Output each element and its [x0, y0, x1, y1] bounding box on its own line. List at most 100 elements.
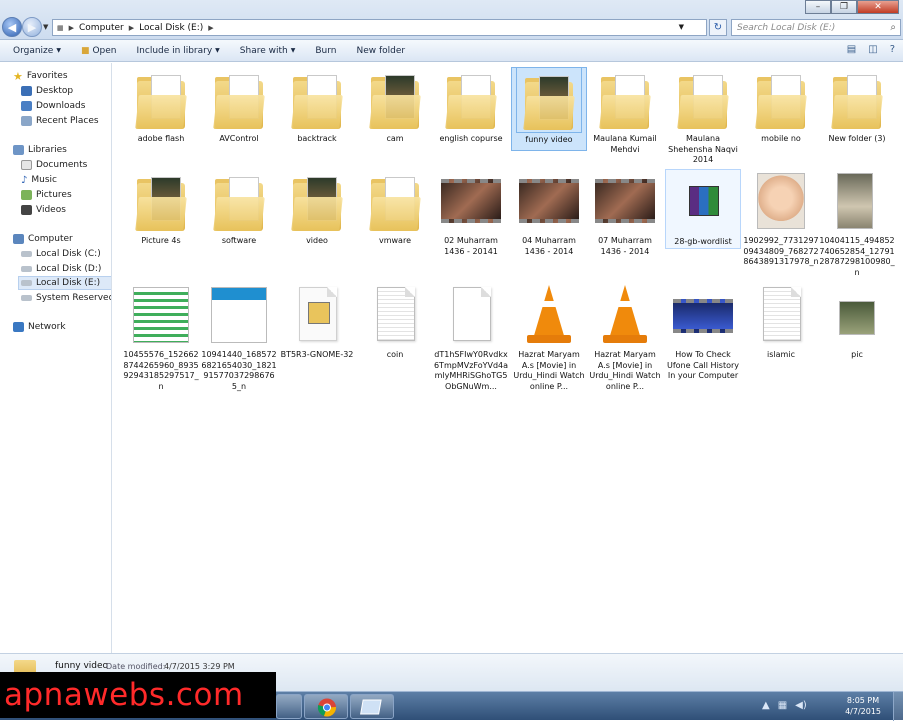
nav-computer[interactable]: Computer: [13, 232, 73, 246]
history-dropdown-icon[interactable]: ▼: [43, 23, 48, 31]
file-item[interactable]: cam: [357, 67, 433, 145]
search-icon[interactable]: ⌕: [890, 22, 896, 33]
preview-pane-icon[interactable]: ◫: [868, 44, 877, 55]
item-thumbnail: [439, 169, 503, 233]
file-item[interactable]: 02 Muharram 1436 - 20141: [433, 169, 509, 257]
item-label: coin: [386, 350, 404, 359]
folder-icon: [831, 75, 883, 129]
nav-system-reserved[interactable]: System Reserved (H:: [21, 291, 111, 305]
burn-button[interactable]: Burn: [315, 46, 336, 56]
file-item[interactable]: Maulana Kumail Mehdvi: [587, 67, 663, 155]
forward-arrow-icon[interactable]: ▶: [22, 17, 42, 37]
system-tray: ▲ ▦ ◀): [762, 700, 807, 711]
refresh-icon[interactable]: ↻: [709, 19, 727, 36]
drive-icon: [21, 251, 32, 257]
file-item[interactable]: adobe flash: [123, 67, 199, 145]
file-item[interactable]: New folder (3): [819, 67, 895, 145]
minimize-button[interactable]: –: [805, 0, 831, 14]
file-item[interactable]: vmware: [357, 169, 433, 247]
file-item[interactable]: Maulana Shehensha Naqvi 2014: [665, 67, 741, 166]
item-thumbnail: [593, 283, 657, 347]
item-thumbnail: [516, 67, 582, 133]
file-item[interactable]: AVControl: [201, 67, 277, 145]
search-input[interactable]: Search Local Disk (E:) ⌕: [731, 19, 901, 36]
file-item[interactable]: BT5R3-GNOME-32: [279, 283, 355, 361]
file-item[interactable]: Hazrat Maryam A.s [Movie] in Urdu_Hindi …: [587, 283, 663, 392]
share-label: Share with: [239, 45, 288, 56]
item-thumbnail: [825, 67, 889, 131]
file-item[interactable]: pic: [819, 283, 895, 361]
network-tray-icon[interactable]: ▦: [778, 700, 787, 711]
include-in-library-button[interactable]: Include in library ▼: [137, 46, 220, 56]
nav-desktop[interactable]: Desktop: [21, 84, 73, 98]
nav-downloads[interactable]: Downloads: [21, 99, 85, 113]
file-item[interactable]: islamic: [743, 283, 819, 361]
clock[interactable]: 8:05 PM 4/7/2015: [845, 695, 881, 717]
taskbar-chrome-icon[interactable]: [304, 694, 348, 719]
help-icon[interactable]: ?: [890, 44, 895, 55]
share-with-button[interactable]: Share with ▼: [240, 46, 296, 56]
back-arrow-icon[interactable]: ◀: [2, 17, 22, 37]
maximize-button[interactable]: ❐: [831, 0, 857, 14]
file-item[interactable]: 04 Muharram 1436 - 2014: [511, 169, 587, 257]
nav-disk-e[interactable]: Local Disk (E:): [18, 276, 111, 290]
breadcrumb-local-disk-e[interactable]: Local Disk (E:): [139, 23, 203, 33]
nav-pictures[interactable]: Pictures: [21, 188, 72, 202]
file-item[interactable]: video: [279, 169, 355, 247]
nav-label: Desktop: [36, 86, 74, 96]
file-item[interactable]: 1902992_773129709434809_7682728643891317…: [743, 169, 819, 268]
nav-disk-c[interactable]: Local Disk (C:): [21, 247, 101, 261]
file-item[interactable]: 10455576_1526628744265960_89359294318529…: [123, 283, 199, 392]
show-desktop-button[interactable]: [893, 692, 903, 721]
folder-icon: [523, 76, 575, 130]
item-label: Picture 4s: [141, 236, 181, 245]
change-view-icon[interactable]: ▤: [847, 44, 856, 55]
nav-documents[interactable]: Documents: [21, 158, 87, 172]
file-item[interactable]: How To Check Ufone Call History In your …: [665, 283, 741, 382]
nav-network[interactable]: Network: [13, 320, 66, 334]
item-label: 1902992_773129709434809_7682728643891317…: [743, 236, 819, 266]
item-thumbnail: [749, 283, 813, 347]
taskbar-media-player-icon[interactable]: [276, 694, 302, 719]
folder-icon: [213, 177, 265, 231]
file-item[interactable]: Picture 4s: [123, 169, 199, 247]
file-item[interactable]: 10941440_1685726821654030_18219157703729…: [201, 283, 277, 392]
show-hidden-icons-icon[interactable]: ▲: [762, 700, 770, 711]
file-item[interactable]: funny video: [511, 67, 587, 151]
nav-recent-places[interactable]: Recent Places: [21, 114, 99, 128]
chevron-right-icon[interactable]: ▶: [208, 24, 213, 32]
nav-libraries[interactable]: Libraries: [13, 143, 67, 157]
address-dropdown-icon[interactable]: ▼: [679, 23, 684, 31]
folder-icon: ▦: [57, 23, 64, 32]
item-label: How To Check Ufone Call History In your …: [666, 350, 740, 380]
file-item[interactable]: mobile no: [743, 67, 819, 145]
item-label: AVControl: [219, 134, 259, 143]
open-button[interactable]: ■ Open: [81, 46, 117, 56]
file-item[interactable]: Hazrat Maryam A.s [Movie] in Urdu_Hindi …: [511, 283, 587, 392]
file-item[interactable]: 07 Muharram 1436 - 2014: [587, 169, 663, 257]
file-item[interactable]: 10404115_494852740652854_127912878729810…: [819, 169, 895, 278]
volume-icon[interactable]: ◀): [795, 700, 807, 711]
organize-button[interactable]: Organize ▼: [13, 46, 61, 56]
file-item[interactable]: coin: [357, 283, 433, 361]
nav-disk-d[interactable]: Local Disk (D:): [21, 262, 101, 276]
file-item[interactable]: dT1hSFIwY0Rvdkx6TmpMVzFoYVd4amlyMHRiSGho…: [433, 283, 509, 392]
video-thumbnail-icon: [673, 299, 733, 333]
nav-favorites[interactable]: ★ Favorites: [13, 69, 68, 83]
image-thumbnail-icon: [211, 287, 267, 343]
file-item[interactable]: backtrack: [279, 67, 355, 145]
breadcrumb-computer[interactable]: Computer: [79, 23, 124, 33]
close-button[interactable]: ✕: [857, 0, 899, 14]
item-thumbnail: [363, 67, 427, 131]
nav-label: Downloads: [36, 101, 86, 111]
file-item[interactable]: english copurse: [433, 67, 509, 145]
taskbar-explorer-icon[interactable]: [350, 694, 394, 719]
item-label: english copurse: [439, 134, 503, 143]
nav-videos[interactable]: Videos: [21, 203, 66, 217]
new-folder-button[interactable]: New folder: [356, 46, 405, 56]
chevron-right-icon[interactable]: ▶: [129, 24, 134, 32]
file-item[interactable]: 28-gb-wordlist: [665, 169, 741, 249]
nav-music[interactable]: ♪ Music: [21, 173, 57, 187]
address-bar[interactable]: ▦ ▶ Computer ▶ Local Disk (E:) ▶ ▼: [52, 19, 707, 36]
file-item[interactable]: software: [201, 169, 277, 247]
